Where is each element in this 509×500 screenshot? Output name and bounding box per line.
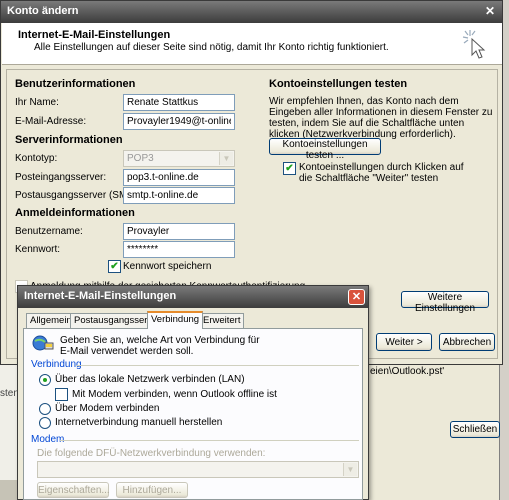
connection-tab-panel: Geben Sie an, welche Art von Verbindung …	[23, 328, 363, 500]
cancel-button[interactable]: Abbrechen	[439, 333, 495, 351]
radio-modem[interactable]	[39, 403, 51, 415]
radio-lan-label: Über das lokale Netzwerk verbinden (LAN)	[55, 374, 245, 385]
test-account-button[interactable]: Kontoeinstellungen testen ...	[269, 138, 381, 161]
sub-dialog-titlebar: Internet-E-Mail-Einstellungen	[18, 286, 368, 308]
tab-allgemein[interactable]: Allgemein	[26, 313, 76, 328]
user-info-heading: Benutzerinformationen	[15, 78, 136, 90]
save-password-label: Kennwort speichern	[123, 261, 212, 272]
close-icon[interactable]: ✕	[348, 289, 365, 305]
login-info-heading: Anmeldeinformationen	[15, 207, 135, 219]
incoming-server-input[interactable]	[123, 169, 235, 186]
tab-erweitert[interactable]: Erweitert	[199, 313, 245, 328]
test-settings-heading: Kontoeinstellungen testen	[269, 78, 408, 90]
password-input[interactable]	[123, 241, 235, 258]
next-button[interactable]: Weiter >	[376, 333, 432, 351]
dun-label: Die folgende DFÜ-Netzwerkverbindung verw…	[37, 448, 266, 459]
divider	[60, 440, 359, 441]
dialog-titlebar: Konto ändern	[1, 1, 502, 23]
username-label: Benutzername:	[15, 226, 83, 237]
connection-intro: Geben Sie an, welche Art von Verbindung …	[60, 335, 260, 357]
properties-button[interactable]: Eigenschaften...	[37, 482, 110, 498]
more-settings-button[interactable]: Weitere Einstellungen	[401, 291, 489, 314]
lan-modem-checkbox[interactable]	[55, 388, 68, 401]
sub-dialog-title: Internet-E-Mail-Einstellungen	[24, 290, 177, 302]
incoming-server-label: Posteingangsserver:	[15, 172, 107, 183]
radio-lan[interactable]	[39, 374, 51, 386]
chevron-down-icon: ▼	[219, 152, 233, 165]
chevron-down-icon: ▼	[343, 463, 357, 476]
radio-modem-label: Über Modem verbinden	[55, 403, 160, 414]
header-title: Internet-E-Mail-Einstellungen	[18, 29, 171, 41]
add-button[interactable]: Hinzufügen...	[116, 482, 188, 498]
password-label: Kennwort:	[15, 244, 61, 255]
dun-select[interactable]: ▼	[37, 461, 359, 478]
test-auto-checkbox[interactable]: ✔	[283, 162, 296, 175]
dialog-title: Konto ändern	[7, 5, 79, 17]
radio-manual[interactable]	[39, 417, 51, 429]
connection-group-label: Verbindung	[31, 359, 82, 370]
account-type-label: Kontotyp:	[15, 153, 58, 164]
globe-network-icon	[32, 335, 54, 351]
name-label: Ihr Name:	[15, 97, 59, 108]
tab-verbindung[interactable]: Verbindung	[147, 311, 204, 329]
background-path-fragment: eien\Outlook.pst'	[370, 366, 445, 377]
close-icon[interactable]: ✕	[482, 4, 498, 19]
outgoing-server-input[interactable]	[123, 187, 235, 204]
background-close-button[interactable]: Schließen	[450, 421, 500, 438]
dialog-header: Internet-E-Mail-Einstellungen Alle Einst…	[2, 23, 502, 65]
email-settings-dialog: Internet-E-Mail-Einstellungen ✕ Allgemei…	[17, 285, 369, 500]
test-description: Wir empfehlen Ihnen, das Konto nach dem …	[269, 96, 493, 140]
username-input[interactable]	[123, 223, 235, 240]
server-info-heading: Serverinformationen	[15, 134, 123, 146]
account-type-select[interactable]: POP3 ▼	[123, 150, 235, 167]
radio-manual-label: Internetverbindung manuell herstellen	[55, 417, 223, 428]
email-label: E-Mail-Adresse:	[15, 116, 87, 127]
header-subtitle: Alle Einstellungen auf dieser Seite sind…	[34, 42, 389, 53]
name-input[interactable]	[123, 94, 235, 111]
cursor-sparkle-icon	[462, 30, 486, 59]
lan-modem-label: Mit Modem verbinden, wenn Outlook offlin…	[72, 389, 277, 400]
divider	[76, 365, 359, 366]
email-input[interactable]	[123, 113, 235, 130]
test-auto-label: Kontoeinstellungen durch Klicken auf die…	[299, 162, 464, 184]
account-type-value: POP3	[127, 153, 154, 164]
save-password-checkbox[interactable]: ✔	[108, 260, 121, 273]
